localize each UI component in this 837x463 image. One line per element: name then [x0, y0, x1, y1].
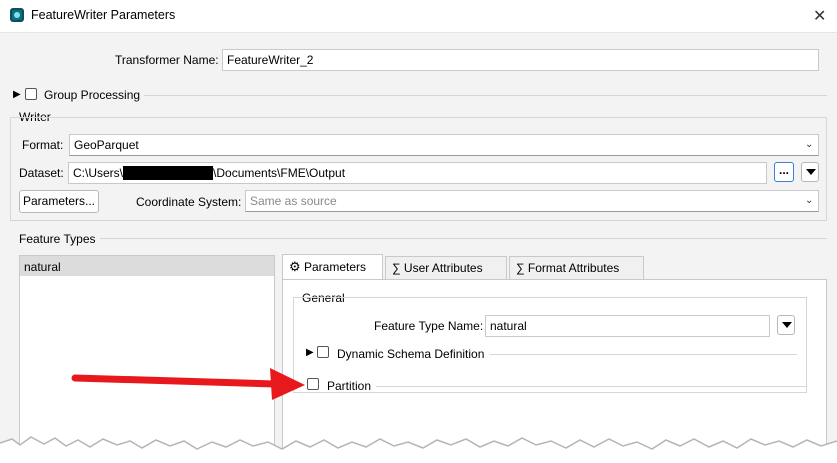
format-select[interactable]: GeoParquet — [69, 134, 819, 156]
divider — [100, 238, 827, 239]
format-value: GeoParquet — [74, 138, 139, 152]
window-title: FeatureWriter Parameters — [31, 8, 176, 22]
arrow-head — [270, 368, 305, 400]
chevron-down-icon[interactable]: ⌄ — [805, 139, 813, 150]
feature-type-name-label: Feature Type Name: — [374, 319, 484, 333]
format-label: Format: — [22, 138, 64, 152]
divider — [490, 354, 797, 355]
coordinate-system-label: Coordinate System: — [136, 195, 242, 209]
tab-label: Parameters — [304, 260, 367, 274]
browse-button[interactable]: ... — [774, 162, 794, 182]
dataset-label: Dataset: — [19, 166, 64, 180]
expand-triangle-icon[interactable]: ▶ — [13, 89, 21, 100]
dataset-path-prefix: C:\Users\ — [73, 166, 124, 180]
divider — [144, 95, 827, 96]
dataset-path-suffix: \Documents\FME\Output — [213, 166, 346, 180]
fme-app-icon — [10, 8, 24, 22]
dataset-input[interactable]: C:\Users\ \Documents\FME\Output — [68, 162, 767, 184]
annotation-arrow — [71, 368, 305, 400]
partition-label: Partition — [327, 379, 372, 393]
expand-triangle-icon[interactable]: ▶ — [306, 347, 314, 358]
tab-parameters[interactable]: ⚙ Parameters — [282, 254, 383, 280]
sigma-icon: ∑ — [516, 261, 525, 275]
feature-type-dropdown-button[interactable] — [777, 315, 795, 335]
group-processing-checkbox[interactable] — [25, 88, 37, 100]
torn-edge — [0, 436, 837, 463]
coordinate-system-value: Same as source — [250, 194, 337, 208]
list-item-label: natural — [24, 260, 61, 274]
close-icon[interactable]: ✕ — [813, 6, 826, 26]
tab-user-attributes[interactable]: ∑ User Attributes — [385, 256, 507, 280]
feature-types-section-label: Feature Types — [19, 232, 96, 246]
feature-type-name-input[interactable]: natural — [485, 315, 770, 337]
arrow-shaft — [71, 374, 279, 388]
redacted-username — [123, 166, 214, 180]
tab-label: User Attributes — [403, 261, 483, 275]
coordinate-system-select[interactable]: Same as source — [245, 190, 819, 212]
tab-label: Format Attributes — [527, 261, 620, 275]
sigma-icon: ∑ — [392, 261, 401, 275]
transformer-name-input[interactable]: FeatureWriter_2 — [222, 49, 819, 71]
dynamic-schema-checkbox[interactable] — [317, 346, 329, 358]
divider — [376, 386, 806, 387]
group-processing-label: Group Processing — [44, 88, 141, 102]
parameters-button[interactable]: Parameters... — [19, 190, 99, 213]
chevron-down-icon[interactable]: ⌄ — [805, 195, 813, 206]
tab-format-attributes[interactable]: ∑ Format Attributes — [509, 256, 644, 280]
gear-icon: ⚙ — [289, 259, 301, 274]
transformer-name-label: Transformer Name: — [115, 53, 219, 67]
dynamic-schema-label: Dynamic Schema Definition — [337, 347, 485, 361]
dataset-dropdown-button[interactable] — [801, 162, 819, 182]
